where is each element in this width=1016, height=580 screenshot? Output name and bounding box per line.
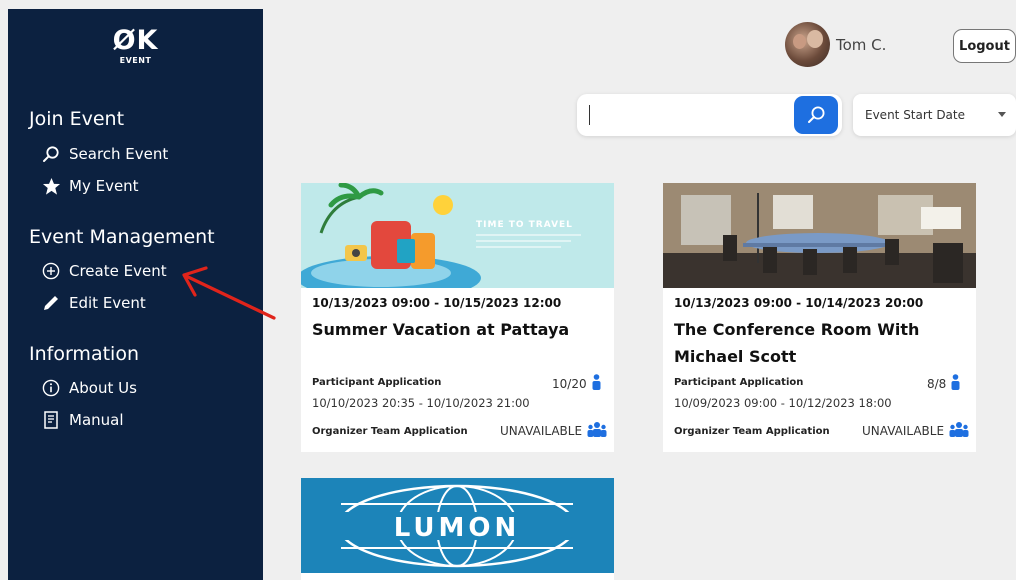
- person-icon: [951, 374, 960, 393]
- group-icon: [949, 421, 969, 440]
- sidebar-item-my-event[interactable]: My Event: [41, 175, 139, 197]
- chevron-down-icon: [998, 112, 1006, 117]
- organizer-label: Organizer Team Application: [674, 426, 830, 437]
- sidebar-item-label: Manual: [69, 411, 124, 429]
- image-caption: TIME TO TRAVEL: [476, 220, 573, 230]
- sidebar-item-label: My Event: [69, 177, 139, 195]
- organizer-label: Organizer Team Application: [312, 426, 468, 437]
- event-title: The Conference Room With Michael Scott: [674, 320, 920, 366]
- sidebar-item-label: Create Event: [69, 262, 167, 280]
- star-icon: [41, 176, 61, 196]
- search-icon: [808, 106, 825, 123]
- section-title-join-event: Join Event: [29, 108, 125, 130]
- logo-subtitle: EVENT: [119, 56, 152, 65]
- section-title-information: Information: [29, 343, 139, 365]
- sidebar-item-create-event[interactable]: Create Event: [41, 260, 167, 282]
- event-card[interactable]: 10/13/2023 09:00 - 10/14/2023 20:00 The …: [663, 183, 976, 452]
- logo-mark: ØK: [112, 25, 159, 56]
- sort-select[interactable]: Event Start Date: [853, 94, 1016, 136]
- pencil-icon: [41, 293, 61, 313]
- sidebar-item-about-us[interactable]: About Us: [41, 377, 137, 399]
- search-input[interactable]: [587, 102, 787, 128]
- participant-count: 8/8: [927, 374, 960, 393]
- user-name: Tom C.: [836, 35, 887, 54]
- sidebar-item-manual[interactable]: Manual: [41, 409, 124, 431]
- sidebar-item-search-event[interactable]: Search Event: [41, 143, 168, 165]
- event-card[interactable]: TIME TO TRAVEL 10/13/2023 09:00 - 10/15/…: [301, 183, 614, 452]
- participant-count: 10/20: [552, 374, 601, 393]
- participant-count-value: 10/20: [552, 376, 587, 391]
- event-card[interactable]: LUMON: [301, 478, 614, 580]
- user-profile[interactable]: Tom C.: [785, 22, 886, 67]
- plus-circle-icon: [41, 261, 61, 281]
- avatar: [785, 22, 830, 67]
- section-title-event-management: Event Management: [29, 226, 215, 248]
- group-icon: [587, 421, 607, 440]
- sidebar-item-label: About Us: [69, 379, 137, 397]
- person-icon: [592, 374, 601, 393]
- event-image-conference-room: [663, 183, 976, 288]
- image-caption: LUMON: [394, 513, 521, 543]
- organizer-status: UNAVAILABLE: [862, 421, 969, 440]
- sidebar-item-label: Edit Event: [69, 294, 146, 312]
- event-date-range: 10/13/2023 09:00 - 10/14/2023 20:00: [674, 296, 924, 310]
- participant-label: Participant Application: [312, 377, 442, 388]
- sort-select-value: Event Start Date: [865, 108, 966, 122]
- participant-count-value: 8/8: [927, 376, 947, 391]
- search-icon: [41, 144, 61, 164]
- logout-button[interactable]: Logout: [953, 29, 1016, 63]
- event-image-lumon: LUMON: [301, 478, 614, 573]
- organizer-status-value: UNAVAILABLE: [500, 423, 583, 438]
- participant-label: Participant Application: [674, 377, 804, 388]
- organizer-status: UNAVAILABLE: [500, 421, 607, 440]
- app-frame: ØK EVENT Join Event Search Event My Even…: [0, 0, 1016, 580]
- logo[interactable]: ØK EVENT: [8, 25, 263, 66]
- search-button[interactable]: [794, 96, 838, 134]
- info-icon: [41, 378, 61, 398]
- participant-application-range: 10/09/2023 09:00 - 10/12/2023 18:00: [674, 396, 892, 410]
- annotation-arrow: [182, 266, 276, 320]
- event-date-range: 10/13/2023 09:00 - 10/15/2023 12:00: [312, 296, 562, 310]
- sidebar-item-label: Search Event: [69, 145, 169, 163]
- participant-application-range: 10/10/2023 20:35 - 10/10/2023 21:00: [312, 396, 530, 410]
- event-image-travel: TIME TO TRAVEL: [301, 183, 614, 288]
- organizer-status-value: UNAVAILABLE: [862, 423, 945, 438]
- event-title: Summer Vacation at Pattaya: [312, 320, 570, 339]
- sidebar-item-edit-event[interactable]: Edit Event: [41, 292, 146, 314]
- document-icon: [41, 410, 61, 430]
